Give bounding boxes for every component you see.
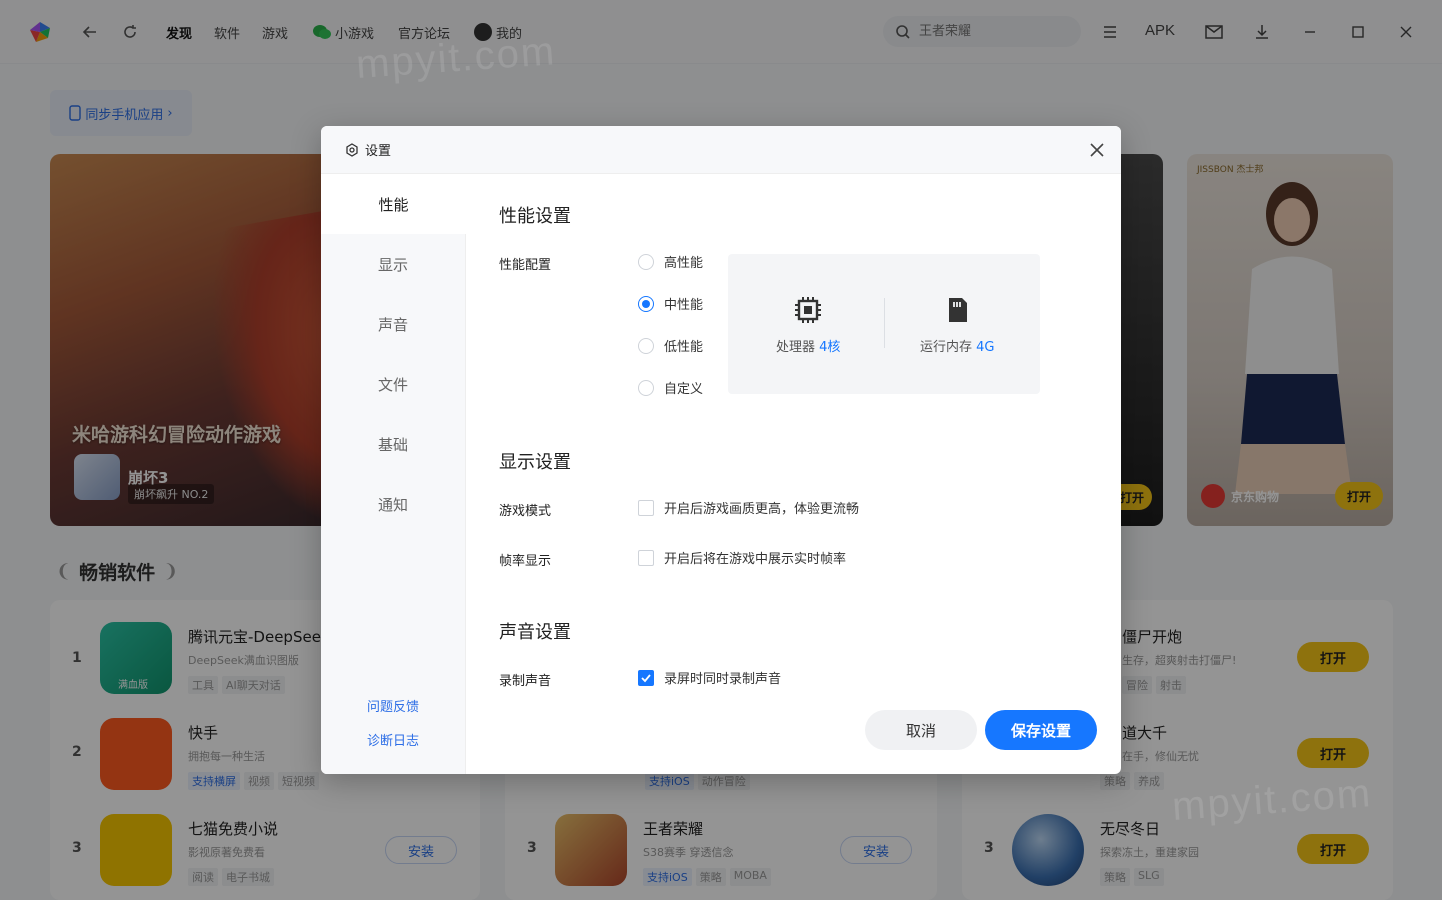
- checkbox-label: 录屏时同时录制声音: [664, 672, 782, 687]
- cpu-label: 处理器: [776, 340, 816, 355]
- game-mode-checkbox[interactable]: 开启后游戏画质更高，体验更流畅: [638, 498, 859, 517]
- radio-label: 中性能: [664, 298, 704, 313]
- fps-display-label: 帧率显示: [499, 554, 552, 569]
- sound-section-title: 声音设置: [499, 622, 571, 643]
- display-section-title: 显示设置: [499, 452, 571, 473]
- dialog-title: 设置: [365, 144, 392, 159]
- check-icon: [641, 673, 651, 682]
- feedback-link[interactable]: 问题反馈: [321, 696, 465, 715]
- ram-info: 运行内存 4G: [920, 294, 995, 355]
- ram-value: 4G: [976, 340, 995, 355]
- checkbox-checked[interactable]: [638, 669, 654, 686]
- settings-dialog: 设置 性能 显示 声音 文件 基础 通知 问题反馈 诊断日志 性能设置 性能配置…: [321, 126, 1121, 774]
- tab-basic[interactable]: 基础: [321, 414, 465, 474]
- tab-files[interactable]: 文件: [321, 354, 465, 414]
- checkbox[interactable]: [638, 549, 654, 566]
- cancel-button[interactable]: 取消: [865, 710, 977, 750]
- tab-display[interactable]: 显示: [321, 234, 465, 294]
- performance-section-title: 性能设置: [499, 206, 571, 227]
- tab-notifications[interactable]: 通知: [321, 474, 465, 534]
- radio-custom[interactable]: 自定义: [638, 378, 703, 397]
- settings-sidebar: 性能 显示 声音 文件 基础 通知 问题反馈 诊断日志: [321, 174, 466, 774]
- settings-hex-icon: [346, 142, 358, 157]
- radio-label: 低性能: [664, 340, 704, 355]
- record-sound-label: 录制声音: [499, 674, 552, 689]
- radio-dot[interactable]: [638, 379, 654, 396]
- diagnostic-log-link[interactable]: 诊断日志: [321, 730, 465, 749]
- radio-high-performance[interactable]: 高性能: [638, 252, 703, 271]
- memory-card-icon: [949, 298, 968, 322]
- ram-label: 运行内存: [920, 340, 973, 355]
- cpu-value: 4核: [819, 340, 841, 355]
- game-mode-label: 游戏模式: [499, 504, 552, 519]
- radio-label: 高性能: [664, 256, 704, 271]
- performance-summary: 处理器 4核 运行内存 4G: [728, 254, 1040, 394]
- checkbox-label: 开启后将在游戏中展示实时帧率: [664, 552, 847, 567]
- radio-dot[interactable]: [638, 253, 654, 270]
- checkbox-label: 开启后游戏画质更高，体验更流畅: [664, 502, 860, 517]
- radio-low-performance[interactable]: 低性能: [638, 336, 703, 355]
- cpu-icon: [795, 297, 822, 323]
- tab-performance[interactable]: 性能: [321, 174, 466, 234]
- divider: [884, 298, 885, 348]
- record-sound-checkbox[interactable]: 录屏时同时录制声音: [638, 668, 781, 687]
- fps-display-checkbox[interactable]: 开启后将在游戏中展示实时帧率: [638, 548, 846, 567]
- dialog-header: 设置: [321, 126, 1121, 174]
- radio-label: 自定义: [664, 382, 704, 397]
- dialog-close-icon[interactable]: [1087, 140, 1107, 160]
- radio-medium-performance[interactable]: 中性能: [638, 294, 703, 313]
- radio-dot[interactable]: [638, 337, 654, 354]
- performance-config-label: 性能配置: [499, 258, 552, 273]
- checkbox[interactable]: [638, 499, 654, 516]
- cpu-info: 处理器 4核: [776, 294, 840, 355]
- tab-sound[interactable]: 声音: [321, 294, 465, 354]
- radio-dot-selected[interactable]: [638, 295, 654, 312]
- save-settings-button[interactable]: 保存设置: [985, 710, 1097, 750]
